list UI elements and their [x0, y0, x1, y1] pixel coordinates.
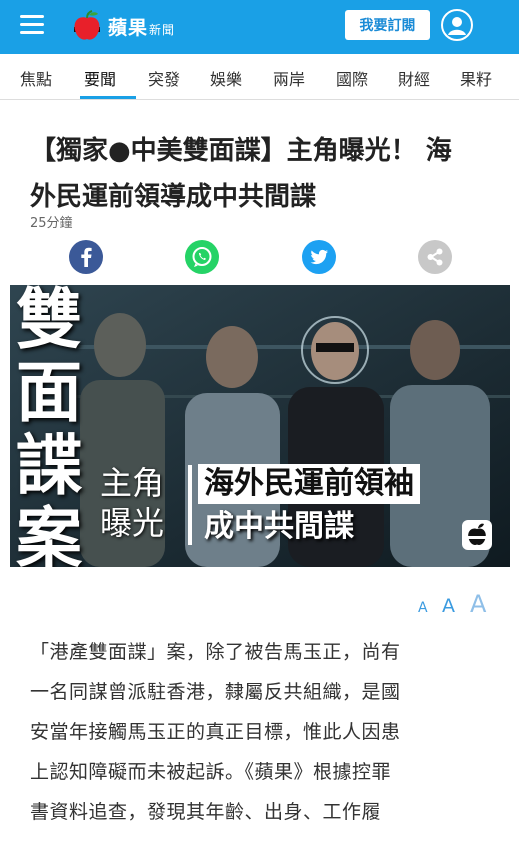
- brand-sub: 新聞: [149, 22, 176, 37]
- headline-line: 外民運前領導成中共間諜: [30, 182, 317, 212]
- body-line: 一名同謀曾派駐香港，隸屬反共組織，是國: [30, 681, 401, 703]
- nav-item-focus[interactable]: 焦點: [20, 66, 52, 90]
- hero-vertical-title: 雙 面 諜 案: [10, 285, 88, 567]
- share-icon[interactable]: [418, 240, 452, 274]
- hero-vertical-char: 雙: [16, 285, 82, 358]
- page: 蘋果新聞 我要訂閱 焦點 要聞 突發 娛樂 兩岸 國際 財經 果籽 【獨家●中美…: [0, 0, 519, 850]
- category-nav: 焦點 要聞 突發 娛樂 兩岸 國際 財經 果籽: [0, 54, 519, 100]
- facebook-icon[interactable]: [69, 240, 103, 274]
- article-headline: 【獨家●中美雙面諜】主角曝光！ 海 外民運前領導成中共間諜: [30, 128, 500, 220]
- twitter-icon[interactable]: [302, 240, 336, 274]
- nav-item-breaking[interactable]: 突發: [148, 66, 180, 90]
- hero-role-text: 主角 曝光: [100, 463, 182, 543]
- font-size-large-button[interactable]: A: [470, 590, 486, 618]
- subscribe-button[interactable]: 我要訂閱: [345, 10, 430, 40]
- hero-vertical-char: 諜: [16, 426, 82, 504]
- hero-role-line: 主角: [100, 464, 165, 502]
- top-header: 蘋果新聞 我要訂閱: [0, 0, 519, 54]
- nav-item-finance[interactable]: 財經: [398, 66, 430, 90]
- font-size-medium-button[interactable]: A: [442, 595, 455, 617]
- nav-item-lifestyle[interactable]: 果籽: [460, 66, 492, 90]
- apple-logo-icon: [70, 9, 104, 43]
- hero-caption-line2: 成中共間諜: [204, 509, 354, 544]
- publish-time: 25分鐘: [30, 216, 73, 231]
- brand-logo[interactable]: 蘋果新聞: [70, 6, 175, 46]
- headline-line: 【獨家●中美雙面諜】主角曝光！ 海: [30, 136, 452, 166]
- body-line: 安當年接觸馬玉正的真正目標，惟此人因患: [30, 721, 401, 743]
- font-size-controls: A A A: [414, 590, 494, 620]
- whatsapp-icon[interactable]: [185, 240, 219, 274]
- hero-vertical-char: 案: [16, 499, 82, 568]
- hero-divider: [188, 465, 192, 545]
- font-size-small-button[interactable]: A: [418, 600, 428, 616]
- hero-caption-line1: 海外民運前領袖: [198, 464, 420, 504]
- article-body: 「港產雙面諜」案，除了被告馬玉正，尚有 一名同謀曾派駐香港，隸屬反共組織，是國 …: [30, 632, 500, 832]
- nav-item-entertainment[interactable]: 娛樂: [210, 66, 242, 90]
- apple-watermark-icon: [460, 518, 494, 552]
- nav-item-cross-strait[interactable]: 兩岸: [273, 66, 305, 90]
- user-account-icon[interactable]: [441, 9, 473, 41]
- body-line: 「港產雙面諜」案，除了被告馬玉正，尚有: [30, 641, 401, 663]
- menu-icon[interactable]: [20, 15, 44, 35]
- brand-name: 蘋果新聞: [108, 16, 176, 39]
- body-line: 上認知障礙而未被起訴。《蘋果》根據控罪: [30, 761, 392, 783]
- hero-role-line: 曝光: [100, 504, 165, 542]
- nav-item-international[interactable]: 國際: [336, 66, 368, 90]
- hero-image[interactable]: 雙 面 諜 案 主角 曝光 海外民運前領袖 成中共間諜: [10, 285, 510, 567]
- nav-active-indicator: [80, 96, 136, 99]
- nav-item-news[interactable]: 要聞: [84, 66, 116, 90]
- hero-vertical-char: 面: [16, 353, 82, 431]
- body-line: 書資料追查，發現其年齡、出身、工作履: [30, 801, 382, 823]
